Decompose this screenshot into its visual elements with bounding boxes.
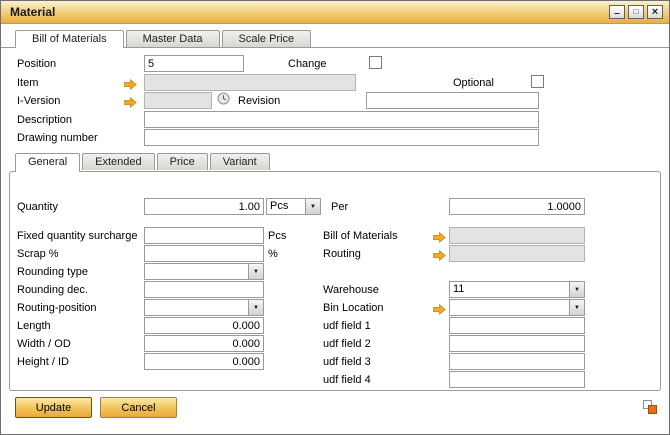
tab-variant[interactable]: Variant bbox=[210, 153, 270, 170]
item-label: Item bbox=[17, 77, 38, 89]
maximize-button[interactable]: □ bbox=[628, 5, 644, 19]
iversion-label: I-Version bbox=[17, 95, 60, 107]
quantity-uom-dropdown[interactable]: Pcs ▼ bbox=[266, 198, 321, 215]
bin-location-dropdown-button[interactable]: ▼ bbox=[569, 300, 584, 315]
position-input[interactable] bbox=[144, 55, 244, 72]
udf2-input[interactable] bbox=[449, 335, 585, 352]
warehouse-label: Warehouse bbox=[323, 284, 379, 296]
routing-label: Routing bbox=[323, 248, 361, 260]
drawing-number-label: Drawing number bbox=[17, 132, 98, 144]
tab-bill-of-materials[interactable]: Bill of Materials bbox=[15, 30, 124, 48]
quantity-input[interactable] bbox=[144, 198, 264, 215]
dropdown-arrow-icon: ▼ bbox=[310, 204, 316, 210]
quantity-label: Quantity bbox=[17, 201, 58, 213]
routing-input bbox=[449, 245, 585, 262]
bin-location-label: Bin Location bbox=[323, 302, 384, 314]
scrap-unit-label: % bbox=[268, 248, 278, 260]
version-history-icon[interactable] bbox=[217, 92, 230, 105]
cancel-button[interactable]: Cancel bbox=[100, 397, 177, 418]
optional-label: Optional bbox=[453, 77, 494, 89]
height-id-label: Height / ID bbox=[17, 356, 69, 368]
rounding-type-dropdown-button[interactable]: ▼ bbox=[248, 264, 263, 279]
rounding-dec-label: Rounding dec. bbox=[17, 284, 88, 296]
fixed-surcharge-unit-label: Pcs bbox=[268, 230, 286, 242]
material-dialog: Material – □ × Bill of Materials Master … bbox=[0, 0, 670, 435]
optional-checkbox[interactable] bbox=[531, 75, 544, 88]
tab-extended[interactable]: Extended bbox=[82, 153, 154, 170]
item-link-arrow-icon[interactable] bbox=[124, 77, 137, 88]
warehouse-value: 11 bbox=[450, 282, 569, 297]
tab-price[interactable]: Price bbox=[157, 153, 208, 170]
dropdown-arrow-icon: ▼ bbox=[574, 305, 580, 311]
titlebar[interactable]: Material – □ × bbox=[1, 1, 669, 24]
window-controls: – □ × bbox=[609, 5, 663, 19]
udf4-label: udf field 4 bbox=[323, 374, 371, 386]
update-button[interactable]: Update bbox=[15, 397, 92, 418]
udf3-input[interactable] bbox=[449, 353, 585, 370]
routing-position-dropdown[interactable]: ▼ bbox=[144, 299, 264, 316]
rounding-type-value bbox=[145, 264, 248, 279]
drawing-number-input[interactable] bbox=[144, 129, 539, 146]
change-label: Change bbox=[288, 58, 327, 70]
bom-label: Bill of Materials bbox=[323, 230, 398, 242]
udf1-input[interactable] bbox=[449, 317, 585, 334]
expand-form-icon[interactable] bbox=[643, 400, 657, 419]
tab-master-data[interactable]: Master Data bbox=[126, 30, 220, 47]
udf1-label: udf field 1 bbox=[323, 320, 371, 332]
bin-location-link-arrow-icon[interactable] bbox=[433, 302, 446, 313]
dropdown-arrow-icon: ▼ bbox=[253, 305, 259, 311]
iversion-link-arrow-icon[interactable] bbox=[124, 95, 137, 106]
quantity-uom-dropdown-button[interactable]: ▼ bbox=[305, 199, 320, 214]
minimize-icon: – bbox=[614, 9, 620, 19]
scrap-label: Scrap % bbox=[17, 248, 59, 260]
close-icon: × bbox=[652, 7, 658, 18]
top-tabstrip: Bill of Materials Master Data Scale Pric… bbox=[15, 30, 311, 48]
height-id-input[interactable] bbox=[144, 353, 264, 370]
inner-tabstrip: General Extended Price Variant bbox=[15, 153, 270, 172]
minimize-button[interactable]: – bbox=[609, 5, 625, 19]
width-od-label: Width / OD bbox=[17, 338, 71, 350]
dropdown-arrow-icon: ▼ bbox=[253, 269, 259, 275]
routing-position-label: Routing-position bbox=[17, 302, 97, 314]
rounding-type-label: Rounding type bbox=[17, 266, 88, 278]
description-input[interactable] bbox=[144, 111, 539, 128]
bin-location-dropdown[interactable]: ▼ bbox=[449, 299, 585, 316]
udf2-label: udf field 2 bbox=[323, 338, 371, 350]
udf4-input[interactable] bbox=[449, 371, 585, 388]
quantity-uom-value: Pcs bbox=[267, 199, 305, 214]
length-label: Length bbox=[17, 320, 51, 332]
bom-input bbox=[449, 227, 585, 244]
tab-general[interactable]: General bbox=[15, 153, 80, 172]
close-button[interactable]: × bbox=[647, 5, 663, 19]
routing-position-dropdown-button[interactable]: ▼ bbox=[248, 300, 263, 315]
revision-input[interactable] bbox=[366, 92, 539, 109]
fixed-surcharge-input[interactable] bbox=[144, 227, 264, 244]
description-label: Description bbox=[17, 114, 72, 126]
scrap-input[interactable] bbox=[144, 245, 264, 262]
revision-label: Revision bbox=[238, 95, 280, 107]
width-od-input[interactable] bbox=[144, 335, 264, 352]
iversion-input bbox=[144, 92, 212, 109]
routing-position-value bbox=[145, 300, 248, 315]
warehouse-dropdown-button[interactable]: ▼ bbox=[569, 282, 584, 297]
item-input bbox=[144, 74, 356, 91]
tab-scale-price[interactable]: Scale Price bbox=[222, 30, 312, 47]
warehouse-dropdown[interactable]: 11 ▼ bbox=[449, 281, 585, 298]
window-title: Material bbox=[10, 5, 55, 19]
length-input[interactable] bbox=[144, 317, 264, 334]
bom-link-arrow-icon[interactable] bbox=[433, 230, 446, 241]
position-label: Position bbox=[17, 58, 56, 70]
rounding-dec-input[interactable] bbox=[144, 281, 264, 298]
maximize-icon: □ bbox=[634, 8, 639, 16]
udf3-label: udf field 3 bbox=[323, 356, 371, 368]
per-label: Per bbox=[331, 201, 348, 213]
rounding-type-dropdown[interactable]: ▼ bbox=[144, 263, 264, 280]
dropdown-arrow-icon: ▼ bbox=[574, 287, 580, 293]
per-input[interactable] bbox=[449, 198, 585, 215]
bin-location-value bbox=[450, 300, 569, 315]
routing-link-arrow-icon[interactable] bbox=[433, 248, 446, 259]
change-checkbox[interactable] bbox=[369, 56, 382, 69]
fixed-surcharge-label: Fixed quantity surcharge bbox=[17, 230, 137, 242]
